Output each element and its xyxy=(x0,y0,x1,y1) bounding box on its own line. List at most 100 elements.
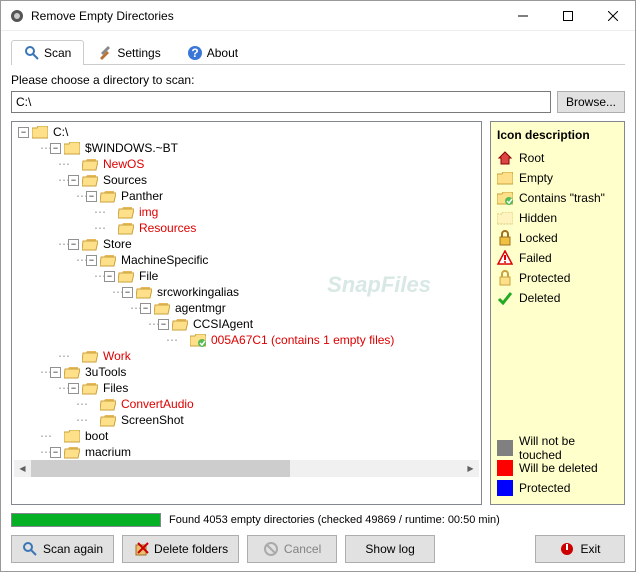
folder-icon xyxy=(82,350,98,363)
folder-icon xyxy=(100,414,116,427)
tree-node[interactable]: ⋯−MachineSpecific xyxy=(14,252,479,268)
tree-toggle[interactable]: − xyxy=(50,143,61,154)
tree-node-label: ScreenShot xyxy=(119,412,186,428)
tab-label: About xyxy=(207,46,238,60)
tree-toggle[interactable]: − xyxy=(158,319,169,330)
folder-icon xyxy=(64,142,80,155)
maximize-button[interactable] xyxy=(545,1,590,31)
scroll-left-button[interactable]: ◀ xyxy=(14,460,31,477)
tree-node[interactable]: ⋯−srcworkingalias xyxy=(14,284,479,300)
tree-node[interactable]: ⋯−agentmgr xyxy=(14,300,479,316)
legend-item: Hidden xyxy=(497,208,618,228)
tree-toggle[interactable]: − xyxy=(68,383,79,394)
legend-color-item: Will not be touched xyxy=(497,438,618,458)
tree-node-label: Work xyxy=(101,348,133,364)
folder-icon xyxy=(64,446,80,459)
tree-node[interactable]: ⋯−macrium xyxy=(14,444,479,460)
tree-toggle[interactable]: − xyxy=(18,127,29,138)
tree-node-label: Sources xyxy=(101,172,149,188)
legend-panel: Icon description RootEmptyContains "tras… xyxy=(490,121,625,505)
browse-button[interactable]: Browse... xyxy=(557,91,625,113)
color-swatch xyxy=(497,480,513,496)
folder-icon xyxy=(190,334,206,347)
folder-icon xyxy=(82,174,98,187)
folder-icon xyxy=(136,286,152,299)
legend-label: Will not be touched xyxy=(519,434,618,462)
tab-settings[interactable]: Settings xyxy=(84,40,173,65)
status-text: Found 4053 empty directories (checked 49… xyxy=(169,514,500,526)
legend-label: Empty xyxy=(519,171,553,185)
tree-node[interactable]: −C:\ xyxy=(14,124,479,140)
tree-toggle[interactable]: − xyxy=(50,447,61,458)
app-icon xyxy=(9,8,25,24)
tree-node[interactable]: ⋯Resources xyxy=(14,220,479,236)
minimize-button[interactable] xyxy=(500,1,545,31)
horizontal-scrollbar[interactable]: ◀ ▶ xyxy=(14,460,479,477)
scan-again-button[interactable]: Scan again xyxy=(11,535,114,563)
folder-icon xyxy=(118,270,134,283)
tree-node[interactable]: ⋯−Files xyxy=(14,380,479,396)
tab-about[interactable]: ? About xyxy=(174,40,251,65)
tree-node-label: img xyxy=(137,204,160,220)
tree-node[interactable]: ⋯boot xyxy=(14,428,479,444)
tree-node-label: NewOS xyxy=(101,156,146,172)
legend-label: Will be deleted xyxy=(519,461,598,475)
color-swatch xyxy=(497,460,513,476)
tree-node-label: Resources xyxy=(137,220,198,236)
legend-label: Deleted xyxy=(519,291,560,305)
tree-toggle[interactable]: − xyxy=(68,239,79,250)
window-titlebar: Remove Empty Directories xyxy=(1,1,635,31)
delete-folders-button[interactable]: Delete folders xyxy=(122,535,239,563)
directory-label: Please choose a directory to scan: xyxy=(11,73,625,87)
protected-icon xyxy=(497,270,513,286)
tree-node[interactable]: ⋯−File xyxy=(14,268,479,284)
tree-node[interactable]: ⋯−Store xyxy=(14,236,479,252)
tree-node[interactable]: ⋯−3uTools xyxy=(14,364,479,380)
tree-node[interactable]: ⋯ConvertAudio xyxy=(14,396,479,412)
show-log-button[interactable]: Show log xyxy=(345,535,435,563)
tree-node[interactable]: ⋯−Sources xyxy=(14,172,479,188)
legend-label: Protected xyxy=(519,481,570,495)
legend-item: Protected xyxy=(497,268,618,288)
locked-icon xyxy=(497,230,513,246)
tree-node[interactable]: ⋯−$WINDOWS.~BT xyxy=(14,140,479,156)
legend-item: Failed xyxy=(497,248,618,268)
tree-node[interactable]: ⋯NewOS xyxy=(14,156,479,172)
trash-icon xyxy=(497,190,513,206)
tree-node[interactable]: ⋯ScreenShot xyxy=(14,412,479,428)
tree-toggle[interactable]: − xyxy=(68,175,79,186)
legend-label: Locked xyxy=(519,231,558,245)
legend-label: Hidden xyxy=(519,211,557,225)
tree-toggle[interactable]: − xyxy=(86,191,97,202)
tree-toggle[interactable]: − xyxy=(122,287,133,298)
cancel-button[interactable]: Cancel xyxy=(247,535,337,563)
folder-icon xyxy=(32,126,48,139)
tree-toggle[interactable]: − xyxy=(104,271,115,282)
exit-button[interactable]: Exit xyxy=(535,535,625,563)
tree-node[interactable]: ⋯img xyxy=(14,204,479,220)
failed-icon xyxy=(497,250,513,266)
folder-icon xyxy=(100,254,116,267)
tree-toggle[interactable]: − xyxy=(50,367,61,378)
tree-node[interactable]: ⋯−Panther xyxy=(14,188,479,204)
tree-node-label: Files xyxy=(101,380,130,396)
folder-icon xyxy=(64,366,80,379)
tree-node[interactable]: ⋯Work xyxy=(14,348,479,364)
tree-view[interactable]: SnapFiles −C:\⋯−$WINDOWS.~BT⋯NewOS⋯−Sour… xyxy=(11,121,482,505)
directory-input[interactable] xyxy=(11,91,551,113)
tree-node[interactable]: ⋯005A67C1 (contains 1 empty files) xyxy=(14,332,479,348)
scroll-right-button[interactable]: ▶ xyxy=(462,460,479,477)
close-button[interactable] xyxy=(590,1,635,31)
tab-scan[interactable]: Scan xyxy=(11,40,84,65)
deleted-icon xyxy=(497,290,513,306)
tree-node[interactable]: ⋯−CCSIAgent xyxy=(14,316,479,332)
folder-icon xyxy=(100,190,116,203)
legend-title: Icon description xyxy=(497,128,618,142)
tree-node-label: srcworkingalias xyxy=(155,284,241,300)
legend-item: Empty xyxy=(497,168,618,188)
tree-toggle[interactable]: − xyxy=(86,255,97,266)
tree-toggle[interactable]: − xyxy=(140,303,151,314)
scrollbar-thumb[interactable] xyxy=(31,460,290,477)
tree-node-label: Panther xyxy=(119,188,165,204)
folder-icon xyxy=(118,206,134,219)
